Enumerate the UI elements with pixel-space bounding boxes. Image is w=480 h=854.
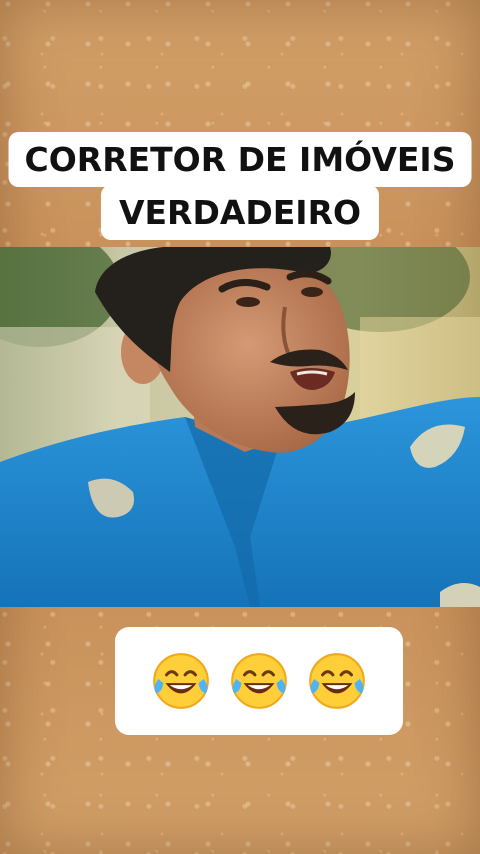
face-with-tears-of-joy-icon: [309, 653, 365, 709]
video-scene: [0, 247, 480, 607]
eye-left: [236, 297, 260, 307]
caption-line-1: CORRETOR DE IMÓVEIS: [8, 132, 472, 187]
caption-line-2: VERDADEIRO: [100, 185, 380, 240]
face-with-tears-of-joy-icon: [231, 653, 287, 709]
face-with-tears-of-joy-icon: [153, 653, 209, 709]
emoji-reaction-box: [115, 627, 403, 735]
video-frame[interactable]: [0, 247, 480, 607]
eye-right: [301, 287, 323, 297]
